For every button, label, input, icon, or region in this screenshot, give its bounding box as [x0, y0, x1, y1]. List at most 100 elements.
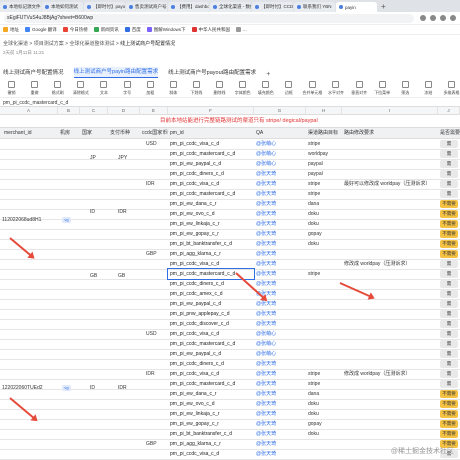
currency-cell[interactable]: IDR	[118, 209, 127, 215]
channel-cell[interactable]: stripe	[306, 379, 342, 389]
ccdc-currency-cell[interactable]	[144, 229, 164, 239]
status-badge[interactable]: 不需要	[440, 240, 458, 248]
pm-id-cell[interactable]: pm_pi_ccdc_amex_c_d	[168, 289, 254, 299]
note-cell[interactable]	[342, 329, 438, 339]
pm-id-cell[interactable]: pm_pi_ccdc_visa_c_d	[168, 179, 254, 189]
channel-cell[interactable]: dana	[306, 389, 342, 399]
pm-id-cell[interactable]: pm_pi_ew_linkaja_c_r	[168, 219, 254, 229]
currency-cell[interactable]: IDR	[118, 385, 127, 391]
column-letter[interactable]: C	[80, 107, 108, 115]
channel-cell[interactable]	[306, 289, 342, 299]
status-badge[interactable]: 需	[440, 190, 458, 198]
toolbar-button[interactable]: 填充颜色	[257, 80, 274, 97]
pm-id-cell[interactable]: pm_pi_ccdc_visa_c_d	[168, 259, 254, 269]
ccdc-currency-cell[interactable]	[144, 289, 164, 299]
breadcrumb-item[interactable]: 全球化渠道整体测试	[69, 41, 114, 47]
toolbar-button[interactable]: 字号	[119, 80, 136, 97]
pm-id-cell[interactable]: pm_pi_ccdc_visa_c_d	[168, 369, 254, 379]
status-badge[interactable]: 需	[440, 340, 458, 348]
status-badge[interactable]: 需	[440, 350, 458, 358]
status-badge[interactable]: 不需要	[440, 230, 458, 238]
browser-tab[interactable]: 售卖测试商户号	[126, 2, 167, 12]
extension-icon[interactable]	[440, 15, 446, 21]
channel-cell[interactable]: gopay	[306, 229, 342, 239]
qa-mention[interactable]: @张天琦	[254, 439, 306, 449]
ccdc-currency-cell[interactable]	[144, 309, 164, 319]
toolbar-button[interactable]: 清除格式	[72, 80, 89, 97]
pm-id-cell[interactable]: pm_pi_ccdc_diners_c_d	[168, 359, 254, 369]
note-cell[interactable]	[342, 149, 438, 159]
pm-id-cell[interactable]: pm_pi_ew_gopay_c_r	[168, 419, 254, 429]
status-badge[interactable]: 需	[440, 280, 458, 288]
browser-tab[interactable]: 【即时付】CCDC	[252, 2, 293, 12]
toolbar-button[interactable]: 多维表格	[443, 80, 460, 97]
channel-cell[interactable]	[306, 349, 342, 359]
channel-cell[interactable]: worldpay	[306, 149, 342, 159]
qa-mention[interactable]: @张天琦	[254, 369, 306, 379]
ccdc-currency-cell[interactable]	[144, 159, 164, 169]
new-tab-icon[interactable]: +	[378, 2, 389, 12]
qa-mention[interactable]: @张天琦	[254, 259, 306, 269]
note-cell[interactable]: 修改成 worldpay（压测诉求）	[342, 259, 438, 269]
note-cell[interactable]	[342, 269, 438, 279]
status-badge[interactable]: 需	[440, 290, 458, 298]
column-letter[interactable]: B	[58, 107, 80, 115]
channel-cell[interactable]: stripe	[306, 269, 342, 279]
channel-cell[interactable]: gopay	[306, 419, 342, 429]
status-badge[interactable]: 不需要	[440, 220, 458, 228]
channel-cell[interactable]: paypal	[306, 169, 342, 179]
channel-cell[interactable]	[306, 299, 342, 309]
channel-cell[interactable]: stripe	[306, 179, 342, 189]
pm-id-cell[interactable]: pm_pi_ccdc_mastercard_c_d	[168, 339, 254, 349]
status-badge[interactable]: 需	[440, 370, 458, 378]
ccdc-currency-cell[interactable]: GBP	[144, 249, 164, 259]
toolbar-button[interactable]: 撤销	[3, 80, 20, 97]
channel-cell[interactable]	[306, 279, 342, 289]
sheet-tab[interactable]: 线上测试商户号payout路由配置需求	[168, 68, 256, 78]
pm-id-cell[interactable]: pm_pi_ew_ovo_c_d	[168, 209, 254, 219]
channel-cell[interactable]: doku	[306, 409, 342, 419]
sheet-tab[interactable]: 线上测试商户号配置情况	[3, 68, 64, 78]
qa-mention[interactable]: @张天琦	[254, 429, 306, 439]
qa-mention[interactable]: @张萌心	[254, 339, 306, 349]
pm-id-cell[interactable]: pm_pi_bt_banktransfer_c_d	[168, 429, 254, 439]
toolbar-button[interactable]: 下划线	[188, 80, 205, 97]
bookmark-item[interactable]: ...	[236, 27, 247, 32]
breadcrumb-item[interactable]: 项目测试方案	[34, 41, 64, 47]
pm-id-cell[interactable]: pm_pi_ew_dana_c_r	[168, 199, 254, 209]
ccdc-currency-cell[interactable]	[144, 299, 164, 309]
header-qa[interactable]: QA	[254, 128, 306, 139]
header-room[interactable]: 机房	[58, 128, 80, 139]
ccdc-currency-cell[interactable]	[144, 409, 164, 419]
ccdc-currency-cell[interactable]	[144, 349, 164, 359]
qa-mention[interactable]: @张天琦	[254, 389, 306, 399]
qa-mention[interactable]: @张天琦	[254, 279, 306, 289]
channel-cell[interactable]: dana	[306, 199, 342, 209]
share-icon[interactable]	[420, 15, 426, 21]
ccdc-currency-cell[interactable]: IDR	[144, 179, 164, 189]
pm-id-cell[interactable]: pm_pi_ew_dana_c_r	[168, 389, 254, 399]
ccdc-currency-cell[interactable]	[144, 219, 164, 229]
header-status[interactable]: 是否需要...	[438, 128, 460, 139]
ccdc-currency-cell[interactable]	[144, 429, 164, 439]
status-badge[interactable]: 需	[440, 320, 458, 328]
toolbar-button[interactable]: 文本	[95, 80, 112, 97]
column-letter[interactable]: D	[108, 107, 140, 115]
channel-cell[interactable]	[306, 319, 342, 329]
channel-cell[interactable]: doku	[306, 429, 342, 439]
channel-cell[interactable]	[306, 449, 342, 459]
header-note[interactable]: 路由修改要求	[342, 128, 438, 139]
channel-cell[interactable]	[306, 309, 342, 319]
channel-cell[interactable]	[306, 439, 342, 449]
note-cell[interactable]	[342, 419, 438, 429]
channel-cell[interactable]: paypal	[306, 159, 342, 169]
pm-id-cell[interactable]: pm_pi_ccdc_visa_c_d	[168, 329, 254, 339]
browser-tab[interactable]: 联系我们 YBN	[294, 2, 335, 12]
column-letter[interactable]: G	[254, 107, 306, 115]
bookmark-item[interactable]: Google 翻译	[25, 27, 57, 33]
country-cell[interactable]: ID	[90, 209, 95, 215]
ccdc-currency-cell[interactable]: GBP	[144, 439, 164, 449]
browser-tab[interactable]: 本地标记源文件	[0, 2, 41, 12]
note-cell[interactable]	[342, 199, 438, 209]
pm-id-cell[interactable]: pm_pi_ew_paypal_c_d	[168, 299, 254, 309]
